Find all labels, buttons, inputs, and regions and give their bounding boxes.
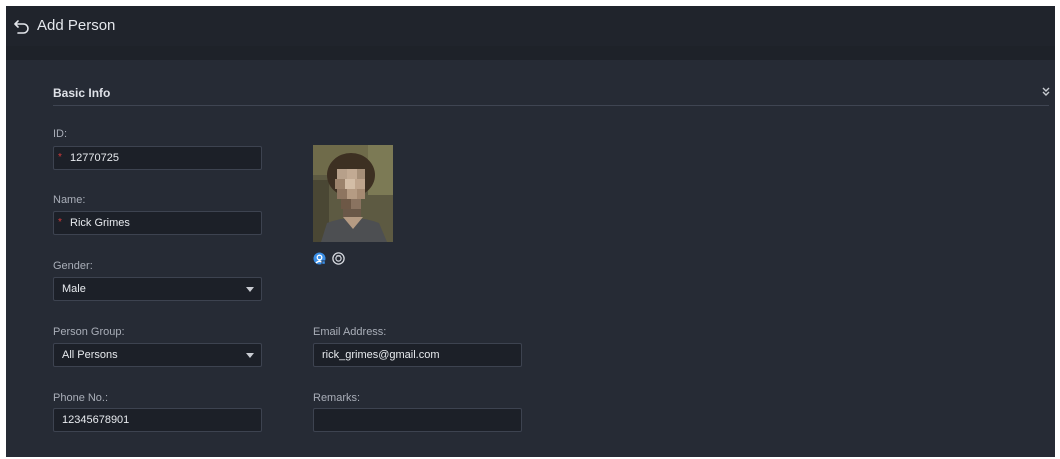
gender-select[interactable]: Male <box>53 277 262 301</box>
person-group-label: Person Group: <box>53 326 125 338</box>
phone-field[interactable]: 12345678901 <box>53 408 262 432</box>
email-label: Email Address: <box>313 326 387 338</box>
page-title: Add Person <box>37 17 116 34</box>
phone-label: Phone No.: <box>53 392 109 404</box>
phone-value: 12345678901 <box>62 414 130 426</box>
email-value: rick_grimes@gmail.com <box>322 349 440 361</box>
gender-value: Male <box>62 283 86 295</box>
name-label: Name: <box>53 194 86 206</box>
section-divider <box>53 105 1049 106</box>
person-photo <box>313 145 393 242</box>
remarks-field[interactable] <box>313 408 522 432</box>
required-marker: * <box>58 217 62 228</box>
double-chevron-down-icon[interactable] <box>1041 86 1051 98</box>
id-field[interactable]: * 12770725 <box>53 146 262 170</box>
person-group-value: All Persons <box>62 349 118 361</box>
add-person-panel: Add Person Basic Info ID: * 12770725 Nam… <box>6 6 1055 457</box>
header-divider <box>6 46 1055 60</box>
name-value: Rick Grimes <box>70 217 130 229</box>
gender-label: Gender: <box>53 260 93 272</box>
back-arrow-icon[interactable] <box>14 18 30 34</box>
face-capture-icon[interactable] <box>332 252 345 265</box>
header-bar: Add Person <box>6 6 1055 46</box>
section-title: Basic Info <box>53 86 111 100</box>
name-field[interactable]: * Rick Grimes <box>53 211 262 235</box>
email-field[interactable]: rick_grimes@gmail.com <box>313 343 522 367</box>
required-marker: * <box>58 152 62 163</box>
camera-upload-icon[interactable] <box>313 252 326 265</box>
remarks-label: Remarks: <box>313 392 361 404</box>
person-group-select[interactable]: All Persons <box>53 343 262 367</box>
dropdown-caret-icon <box>246 287 254 292</box>
dropdown-caret-icon <box>246 353 254 358</box>
id-value: 12770725 <box>70 152 119 164</box>
id-label: ID: <box>53 128 68 140</box>
person-photo-image <box>313 145 393 242</box>
